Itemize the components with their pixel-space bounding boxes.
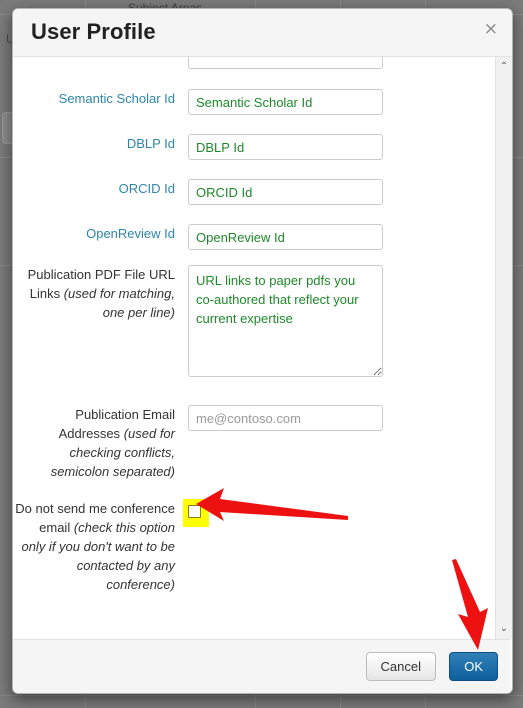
no-conference-email-checkbox[interactable]: [188, 505, 201, 518]
user-profile-modal: User Profile × Semantic Scholar Id DBLP …: [12, 8, 513, 694]
chevron-up-icon[interactable]: ⌃: [496, 59, 512, 75]
orcid-id-input[interactable]: [188, 179, 383, 205]
field-label-dblp-id: DBLP Id: [126, 136, 175, 151]
publication-emails-input[interactable]: [188, 405, 383, 431]
field-label-publication-pdf-links-hint: (used for matching, one per line): [63, 286, 175, 320]
modal-body-scroll-region[interactable]: Semantic Scholar Id DBLP Id ORCID Id Ope…: [13, 57, 510, 639]
field-label-publication-emails: Publication Email Addresses (used for ch…: [13, 405, 175, 481]
field-label-orcid-id: ORCID Id: [118, 181, 175, 196]
chevron-down-icon[interactable]: ⌄: [496, 621, 512, 637]
openreview-id-input[interactable]: [188, 224, 383, 250]
backdrop-row-divider: [0, 695, 523, 696]
page-title: User Profile: [31, 19, 156, 44]
close-icon[interactable]: ×: [484, 21, 498, 38]
field-label-openreview-id: OpenReview Id: [86, 226, 175, 241]
ok-button[interactable]: OK: [449, 652, 498, 681]
semantic-scholar-id-input[interactable]: [188, 89, 383, 115]
dblp-id-input[interactable]: [188, 134, 383, 160]
field-label-semantic-scholar-id: Semantic Scholar Id: [58, 91, 175, 106]
field-label-no-conference-email: Do not send me conference email (check t…: [13, 499, 175, 594]
field-label-publication-pdf-links: Publication PDF File URL Links (used for…: [13, 265, 175, 322]
modal-header: User Profile ×: [13, 9, 512, 57]
previous-field-partial[interactable]: [188, 57, 383, 69]
modal-footer: Cancel OK: [13, 639, 510, 693]
publication-pdf-links-textarea[interactable]: [188, 265, 383, 377]
cancel-button[interactable]: Cancel: [365, 652, 436, 681]
modal-body-scrollbar[interactable]: ⌃ ⌄: [495, 57, 512, 639]
scrollbar-thumb[interactable]: [498, 79, 510, 599]
user-profile-form: Semantic Scholar Id DBLP Id ORCID Id Ope…: [13, 57, 495, 639]
